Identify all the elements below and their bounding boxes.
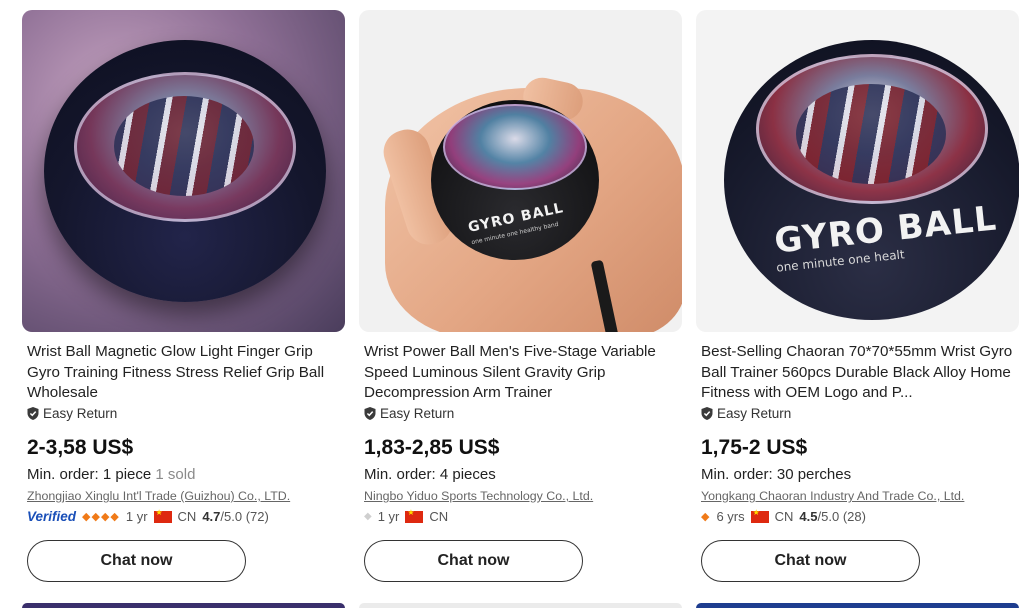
min-order: Min. order: 1 piece 1 sold (27, 466, 195, 483)
ball-rotor (796, 84, 946, 184)
rating-max: /5.0 (817, 509, 840, 524)
supplier-meta: ◆ 1 yr CN (364, 508, 449, 525)
store-rating: 4.5/5.0 (28) (799, 509, 866, 524)
product-title[interactable]: Wrist Ball Magnetic Glow Light Finger Gr… (27, 342, 339, 404)
supplier-link[interactable]: Zhongjiao Xinglu Int'l Trade (Guizhou) C… (27, 489, 290, 503)
country: CN (774, 509, 794, 524)
china-flag-icon (405, 508, 424, 523)
price: 2-3,58 US$ (27, 436, 134, 459)
shield-check-icon (364, 407, 376, 420)
product-image[interactable]: GYRO BALL one minute one healthy band (359, 10, 682, 332)
min-order: Min. order: 30 perches (701, 466, 852, 483)
next-row-card-peek (696, 603, 1019, 608)
chat-now-button[interactable]: Chat now (27, 540, 246, 582)
min-order-text: Min. order: 1 piece (27, 466, 152, 483)
product-card[interactable]: GYRO BALL one minute one healt Best-Sell… (696, 0, 1020, 608)
product-image[interactable] (22, 10, 345, 332)
country: CN (177, 509, 197, 524)
verified-badge[interactable]: Verified (27, 509, 76, 524)
supplier-link[interactable]: Ningbo Yiduo Sports Technology Co., Ltd. (364, 489, 593, 503)
product-title[interactable]: Wrist Power Ball Men's Five-Stage Variab… (364, 342, 676, 404)
ball-dome (443, 104, 587, 190)
review-count: (72) (245, 509, 269, 524)
easy-return-label: Easy Return (717, 406, 792, 421)
supplier-link[interactable]: Yongkang Chaoran Industry And Trade Co.,… (701, 489, 964, 503)
easy-return-label: Easy Return (380, 406, 455, 421)
sold-count: 1 sold (155, 466, 196, 483)
shield-check-icon (27, 407, 39, 420)
product-card[interactable]: Wrist Ball Magnetic Glow Light Finger Gr… (22, 0, 346, 608)
rating-value: 4.7 (202, 509, 221, 524)
rating-value: 4.5 (799, 509, 818, 524)
country: CN (429, 509, 449, 524)
years: 1 yr (377, 509, 400, 524)
product-card[interactable]: GYRO BALL one minute one healthy band Wr… (359, 0, 683, 608)
diamond-rating-icon: ◆ (364, 511, 372, 522)
years: 6 yrs (716, 509, 745, 524)
shield-check-icon (701, 407, 713, 420)
easy-return-badge: Easy Return (27, 406, 117, 421)
gyro-ball-graphic: GYRO BALL one minute one healthy band (431, 100, 599, 260)
min-order: Min. order: 4 pieces (364, 466, 496, 483)
easy-return-badge: Easy Return (701, 406, 791, 421)
diamond-rating-icon: ◆ (701, 511, 711, 523)
years: 1 yr (125, 509, 148, 524)
next-row-card-peek (22, 603, 345, 608)
chat-now-button[interactable]: Chat now (364, 540, 583, 582)
easy-return-badge: Easy Return (364, 406, 454, 421)
price: 1,75-2 US$ (701, 436, 808, 459)
gyro-ball-graphic (44, 40, 326, 302)
china-flag-icon (750, 508, 769, 523)
supplier-meta: Verified ◆◆◆◆ 1 yr CN 4.7/5.0 (72) (27, 508, 269, 525)
diamond-rating-icon: ◆◆◆◆ (82, 511, 120, 523)
price: 1,83-2,85 US$ (364, 436, 500, 459)
chat-now-button[interactable]: Chat now (701, 540, 920, 582)
product-title[interactable]: Best-Selling Chaoran 70*70*55mm Wrist Gy… (701, 342, 1013, 404)
supplier-meta: ◆ 6 yrs CN 4.5/5.0 (28) (701, 508, 866, 525)
ball-rotor (114, 96, 254, 196)
store-rating: 4.7/5.0 (72) (202, 509, 269, 524)
rating-max: /5.0 (220, 509, 243, 524)
review-count: (28) (842, 509, 866, 524)
china-flag-icon (153, 508, 172, 523)
next-row-card-peek (359, 603, 682, 608)
product-image[interactable]: GYRO BALL one minute one healt (696, 10, 1019, 332)
easy-return-label: Easy Return (43, 406, 118, 421)
gyro-ball-graphic (724, 40, 1019, 320)
